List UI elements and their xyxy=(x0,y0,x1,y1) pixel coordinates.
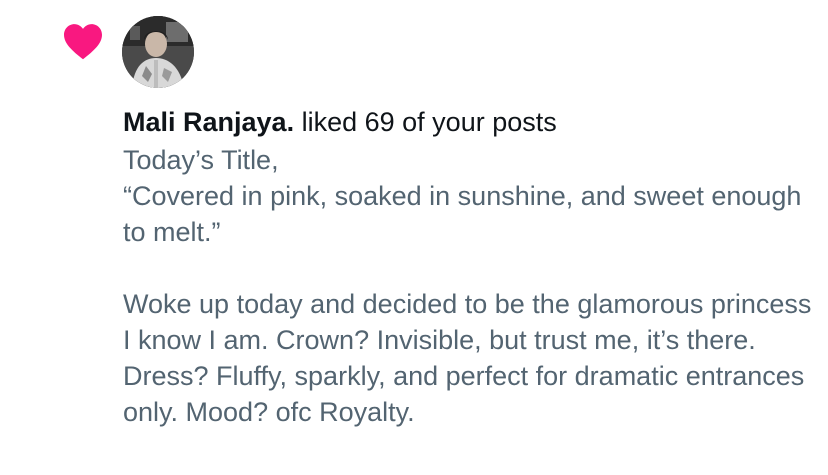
notification-headline: Mali Ranjaya. liked 69 of your posts xyxy=(123,104,813,140)
notification-content: Mali Ranjaya. liked 69 of your posts Tod… xyxy=(123,104,813,430)
post-text: Today’s Title, “Covered in pink, soaked … xyxy=(123,145,812,427)
like-notification[interactable]: Mali Ranjaya. liked 69 of your posts Tod… xyxy=(0,0,828,475)
avatar[interactable] xyxy=(122,16,194,88)
action-text: liked 69 of your posts xyxy=(301,107,557,137)
heart-icon xyxy=(64,24,102,60)
user-name[interactable]: Mali Ranjaya. xyxy=(123,107,294,137)
